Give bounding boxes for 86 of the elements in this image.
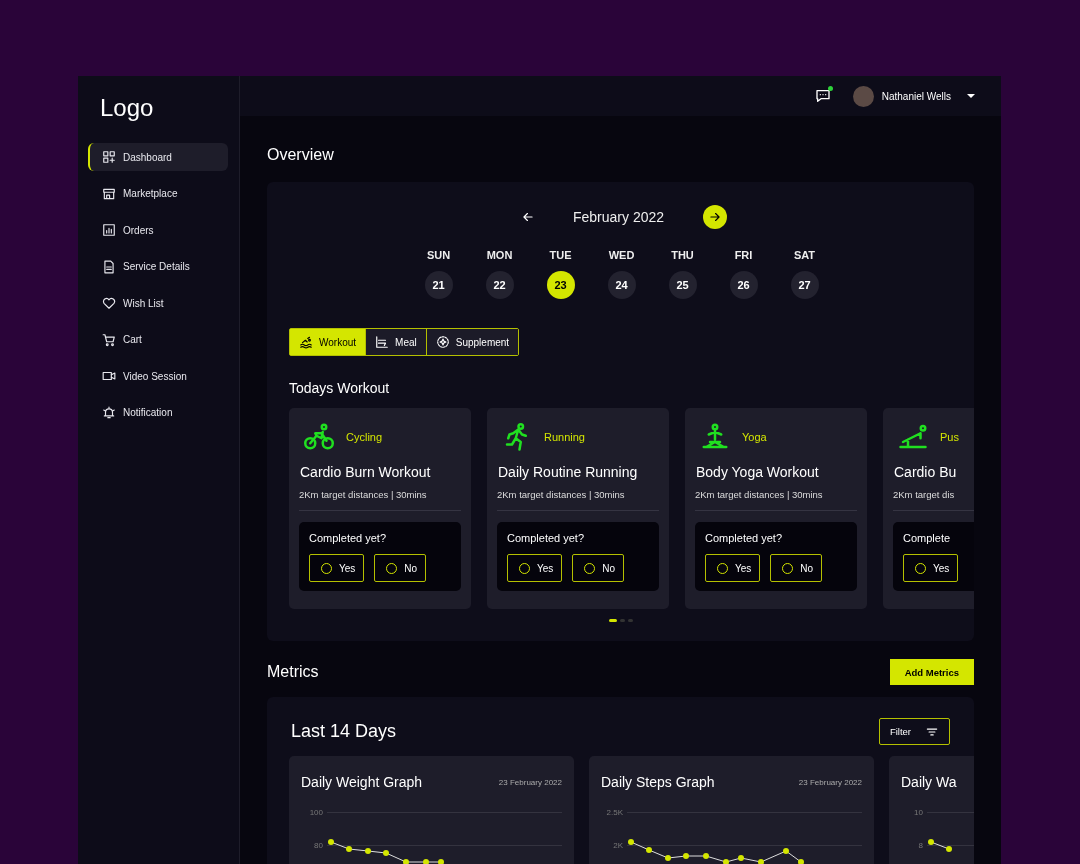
swimmer-icon (299, 335, 313, 349)
right-arrow-icon (707, 210, 722, 224)
sidebar-item[interactable]: Video Session (88, 362, 228, 390)
cart-icon (102, 332, 116, 347)
radio-option[interactable]: No (374, 554, 427, 582)
date-button[interactable]: 26 (729, 271, 758, 299)
graph-title: Daily Weight Graph (301, 774, 423, 790)
sidebar-item[interactable]: Cart (88, 325, 228, 354)
axis-tick-label: 2.5K (605, 808, 623, 817)
add-metrics-button[interactable]: Add Metrics (889, 659, 974, 685)
weekday-label: THU (671, 249, 694, 261)
category-tab[interactable]: Meal (365, 329, 426, 355)
workout-details: 2Km target distances | 30mins (497, 489, 659, 511)
document-icon (102, 259, 116, 274)
weekday-label: TUE (549, 249, 572, 261)
workout-category: Yoga (742, 431, 767, 443)
weekday-label: WED (608, 249, 635, 261)
axis-tick-label: 8 (917, 841, 923, 850)
date-button[interactable]: 22 (485, 271, 514, 299)
axis-tick-label: 2K (612, 841, 623, 850)
next-month-button[interactable] (702, 205, 727, 229)
section-title: Overview (267, 146, 334, 164)
workout-title: Daily Routine Running (497, 464, 639, 480)
logo-text: Logo (100, 95, 154, 121)
workout-details: 2Km target dis (893, 489, 974, 511)
date-button[interactable]: 23 (546, 271, 575, 299)
user-menu[interactable]: Nathaniel Wells (852, 85, 975, 107)
store-icon (102, 186, 116, 201)
date-button[interactable]: 25 (668, 271, 697, 299)
axis-tick-label: 100 (308, 808, 323, 817)
completion-question: Complete (903, 532, 952, 544)
caret-icon (967, 94, 975, 98)
alarm-bell-icon (102, 405, 116, 420)
completion-question: Completed yet? (705, 532, 784, 544)
video-camera-icon (102, 369, 116, 383)
workout-category: Cycling (346, 431, 383, 443)
section-title: Metrics (267, 663, 319, 681)
avatar-placeholder (852, 85, 874, 107)
month-label: February 2022 (571, 209, 666, 225)
sidebar-item[interactable]: Service Details (88, 252, 228, 281)
workout-title: Body Yoga Workout (695, 464, 820, 480)
cyclist-icon (304, 422, 334, 452)
weekday-label: SAT (793, 249, 816, 261)
weekday-label: SUN (426, 249, 451, 261)
axis-tick-label: 80 (313, 841, 323, 850)
date-button[interactable]: 21 (424, 271, 453, 299)
sidebar-item[interactable]: Orders (88, 216, 228, 244)
workout-title: Cardio Burn Workout (299, 464, 432, 480)
panel-title: Last 14 Days (291, 721, 397, 742)
weekday-label: MON (486, 249, 513, 261)
workout-category: Running (544, 431, 585, 443)
graph-date: 23 February 2022 (498, 777, 562, 787)
date-button[interactable]: 27 (790, 271, 819, 299)
line-graph-drawing (928, 839, 952, 852)
graph-title: Daily Steps Graph (601, 774, 715, 790)
radio-option[interactable]: No (770, 554, 823, 582)
axis-tick-label: 10 (913, 808, 923, 817)
grid-plus-icon (102, 150, 116, 164)
sidebar-item[interactable]: Wish List (88, 289, 228, 317)
user-name: Nathaniel Wells (881, 90, 951, 102)
sidebar-item[interactable]: Marketplace (88, 179, 228, 208)
radio-option[interactable]: Yes (705, 554, 761, 582)
weekday-label: FRI (734, 249, 753, 261)
sidebar-item[interactable]: Notification (88, 398, 228, 427)
radio-option[interactable]: Yes (309, 554, 365, 582)
workout-title: Cardio Bu (893, 464, 958, 480)
workout-details: 2Km target distances | 30mins (695, 489, 857, 511)
workout-category: Pus (940, 431, 959, 443)
completion-question: Completed yet? (309, 532, 388, 544)
graph-title: Daily Wa (901, 774, 957, 790)
heart-icon (102, 296, 116, 310)
category-tab[interactable]: Supplement (425, 329, 519, 355)
radio-option[interactable]: Yes (507, 554, 563, 582)
workout-details: 2Km target distances | 30mins (299, 489, 461, 511)
completion-question: Completed yet? (507, 532, 586, 544)
sparkle-circle-icon (435, 335, 450, 349)
radio-option[interactable]: Yes (903, 554, 959, 582)
filter-button[interactable]: Filter (878, 718, 950, 745)
bar-chart-icon (102, 223, 116, 237)
graph-date: 23 February 2022 (798, 777, 862, 787)
section-title: Todays Workout (289, 380, 391, 396)
category-tab[interactable]: Workout (290, 329, 366, 355)
sidebar-item[interactable]: Dashboard (88, 143, 228, 171)
radio-option[interactable]: No (572, 554, 625, 582)
scale-icon (375, 335, 390, 349)
date-button[interactable]: 24 (607, 271, 636, 299)
